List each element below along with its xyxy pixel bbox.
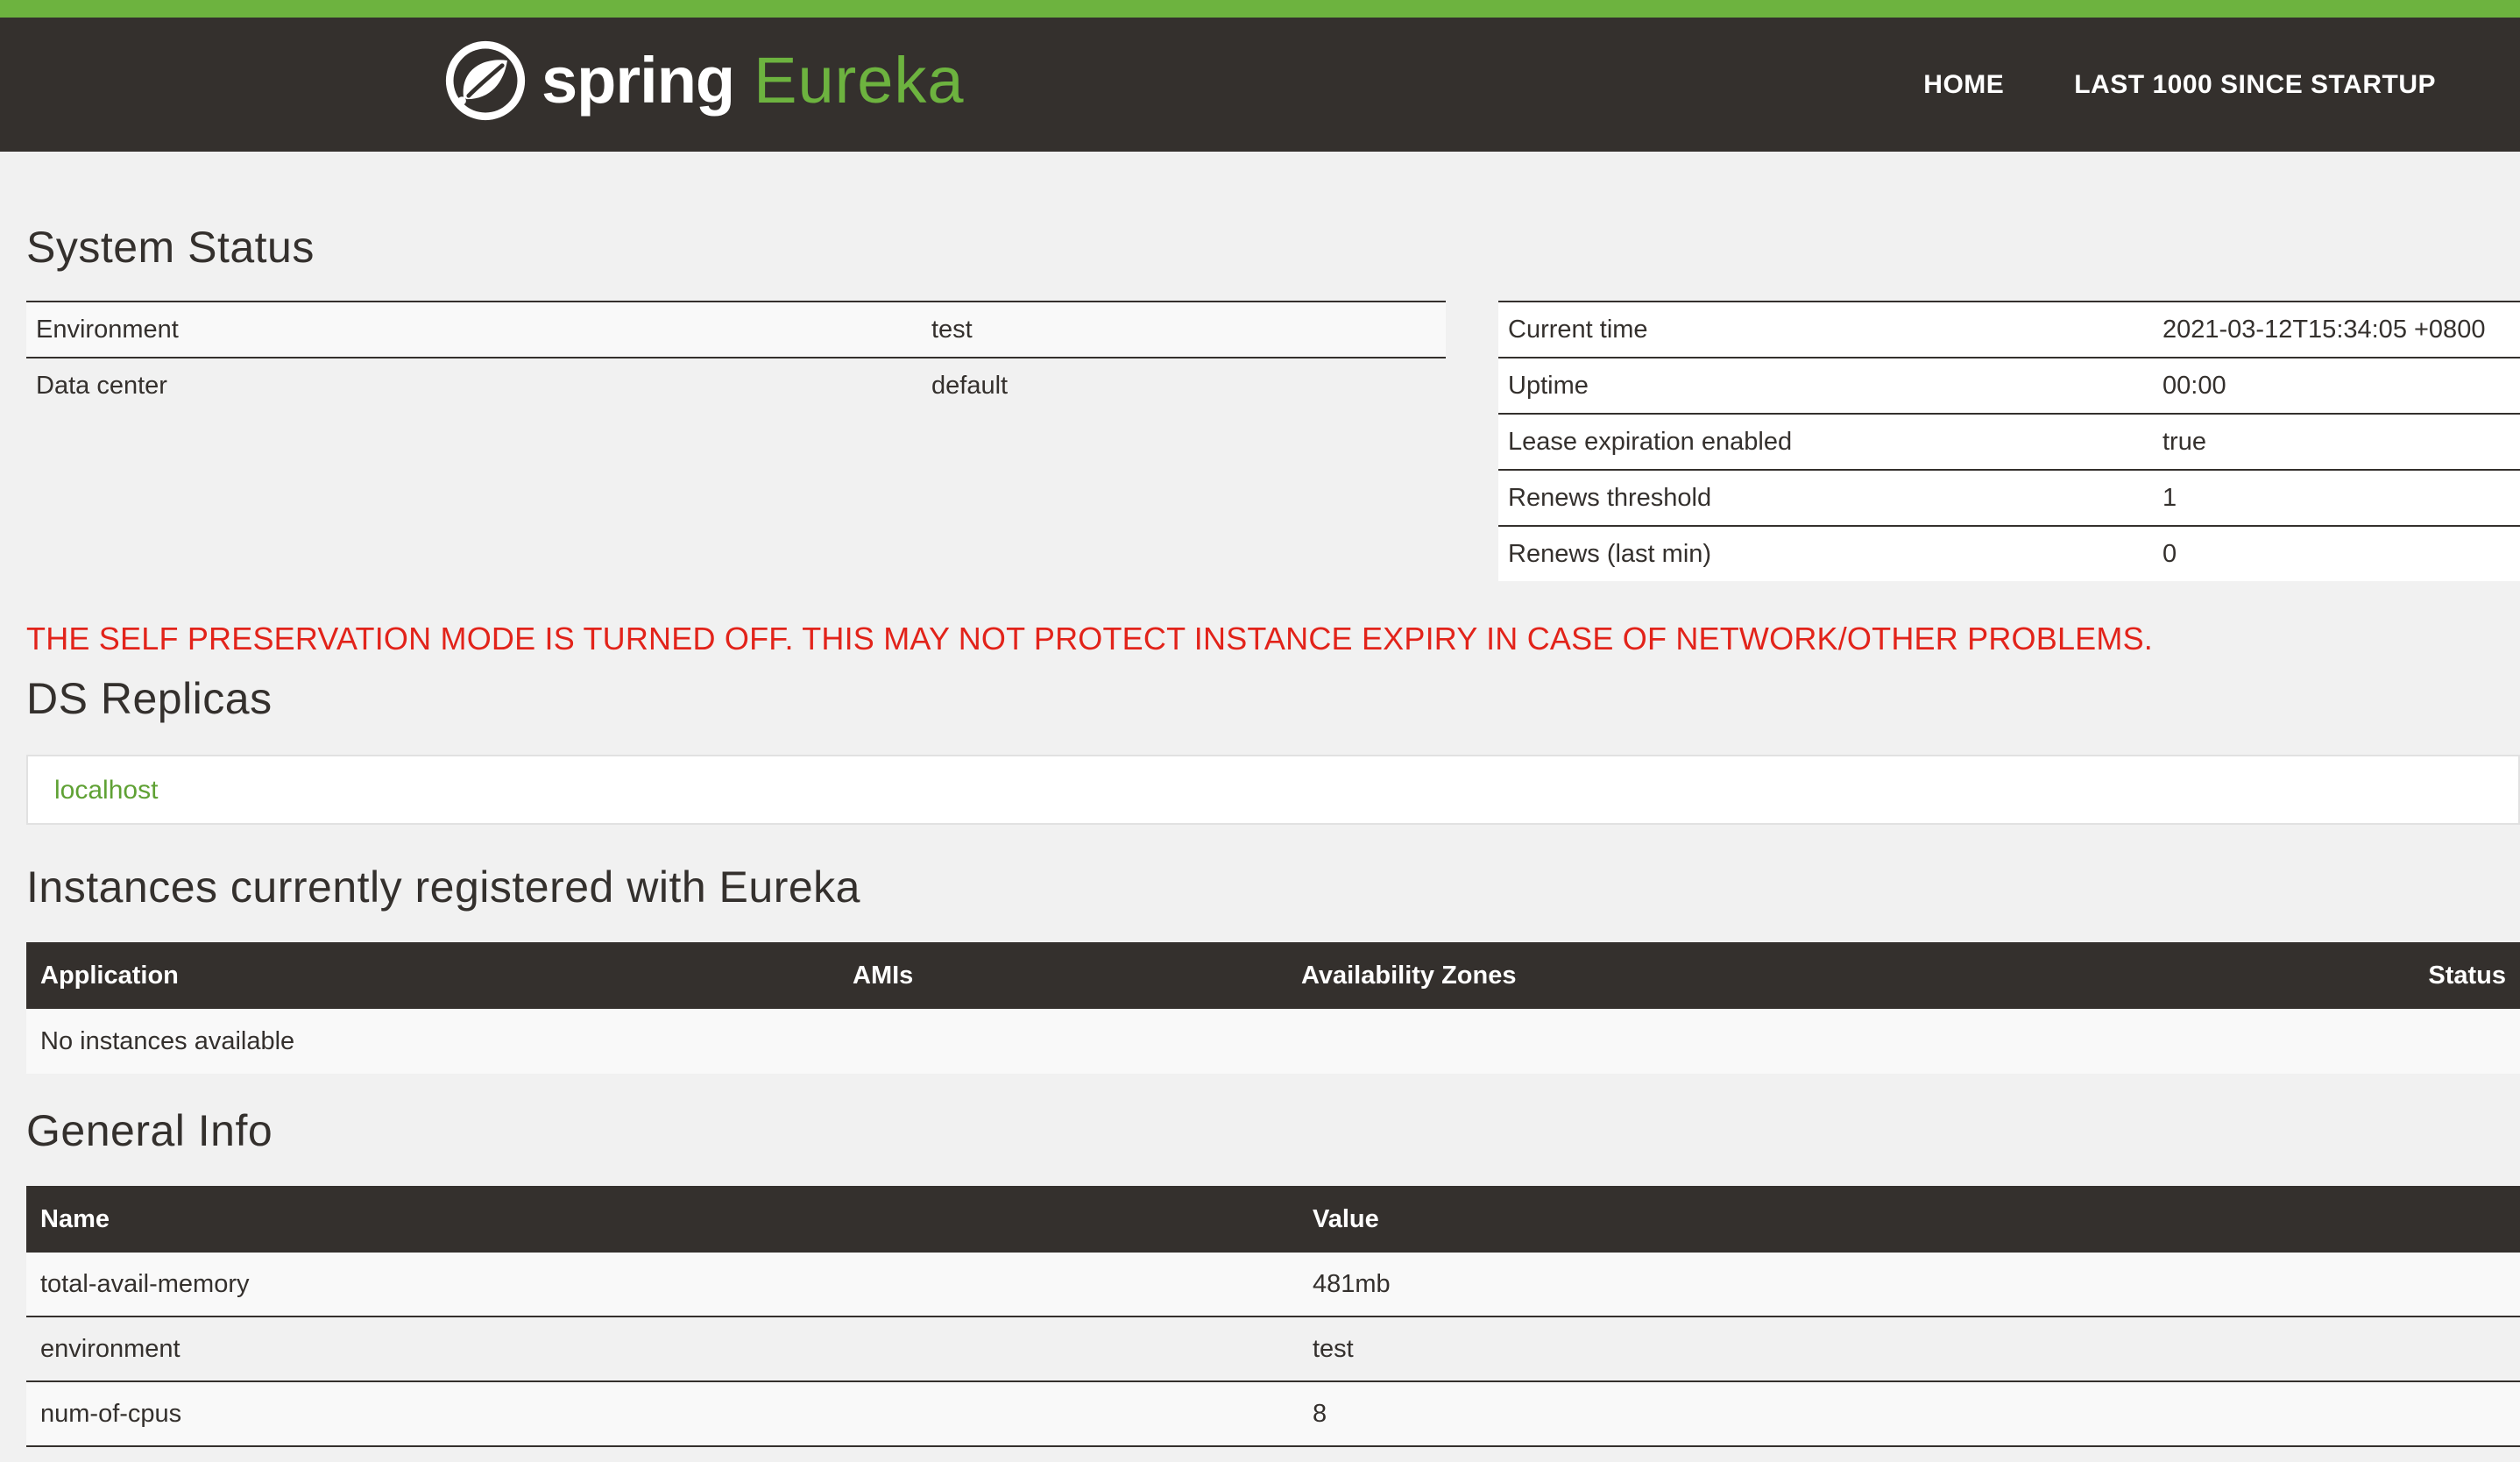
row-label: Data center	[26, 357, 922, 413]
info-name: num-of-cpus	[26, 1381, 1299, 1447]
general-info-title: General Info	[26, 1106, 273, 1155]
system-status-right-table: Current time 2021-03-12T15:34:05 +0800 U…	[1498, 301, 2520, 581]
top-accent-line	[0, 0, 2520, 18]
row-label: Uptime	[1498, 357, 2153, 414]
instances-table: Application AMIs Availability Zones Stat…	[26, 942, 2520, 1074]
replica-link-localhost[interactable]: localhost	[54, 776, 158, 806]
instances-title: Instances currently registered with Eure…	[26, 862, 860, 912]
table-row: Current time 2021-03-12T15:34:05 +0800	[1498, 301, 2520, 358]
row-label: Lease expiration enabled	[1498, 413, 2153, 470]
table-header-row: Application AMIs Availability Zones Stat…	[26, 942, 2520, 1009]
column-header-value: Value	[1299, 1186, 2520, 1253]
info-name: total-avail-memory	[26, 1253, 1299, 1317]
row-value: 2021-03-12T15:34:05 +0800	[2153, 301, 2520, 358]
info-value: test	[1299, 1317, 2520, 1382]
column-header-amis: AMIs	[839, 942, 1287, 1009]
row-value: 1	[2153, 469, 2520, 526]
row-label: Current time	[1498, 301, 2153, 358]
column-header-status: Status	[2146, 942, 2520, 1009]
table-row: environment test	[26, 1317, 2520, 1382]
general-info-table: Name Value total-avail-memory 481mb envi…	[26, 1186, 2520, 1447]
eureka-dashboard: spring Eureka HOME LAST 1000 SINCE START…	[0, 0, 2520, 1462]
table-row: Data center default	[26, 357, 1446, 413]
table-row: Uptime 00:00	[1498, 357, 2520, 414]
ds-replicas-list: localhost	[26, 755, 2520, 825]
table-row: total-avail-memory 481mb	[26, 1253, 2520, 1317]
row-label: Environment	[26, 301, 922, 358]
spring-leaf-icon	[445, 40, 526, 121]
column-header-name: Name	[26, 1186, 1299, 1253]
row-value: test	[922, 301, 1446, 358]
nav-last-1000-link[interactable]: LAST 1000 SINCE STARTUP	[2074, 70, 2436, 100]
row-label: Renews (last min)	[1498, 525, 2153, 581]
table-header-row: Name Value	[26, 1186, 2520, 1253]
system-status-left-table: Environment test Data center default	[26, 301, 1446, 413]
row-value: true	[2153, 413, 2520, 470]
column-header-application: Application	[26, 942, 839, 1009]
table-row: Renews (last min) 0	[1498, 525, 2520, 581]
brand-spring-text: spring	[542, 44, 735, 117]
system-status-title: System Status	[26, 223, 315, 272]
row-value: default	[922, 357, 1446, 413]
no-instances-message: No instances available	[26, 1009, 2520, 1074]
row-value: 0	[2153, 525, 2520, 581]
info-value: 8	[1299, 1381, 2520, 1447]
table-row: num-of-cpus 8	[26, 1381, 2520, 1447]
column-header-availability-zones: Availability Zones	[1287, 942, 2147, 1009]
row-label: Renews threshold	[1498, 469, 2153, 526]
ds-replicas-title: DS Replicas	[26, 674, 273, 723]
nav-home-link[interactable]: HOME	[1923, 70, 2004, 100]
table-row: Environment test	[26, 301, 1446, 358]
brand-eureka-text: Eureka	[754, 44, 965, 117]
navbar: spring Eureka HOME LAST 1000 SINCE START…	[0, 18, 2520, 152]
table-row: Renews threshold 1	[1498, 469, 2520, 526]
brand[interactable]: spring Eureka	[443, 37, 965, 124]
info-value: 481mb	[1299, 1253, 2520, 1317]
table-row: Lease expiration enabled true	[1498, 413, 2520, 470]
self-preservation-warning: THE SELF PRESERVATION MODE IS TURNED OFF…	[26, 621, 2153, 656]
nav-links: HOME LAST 1000 SINCE STARTUP	[1923, 70, 2436, 100]
row-value: 00:00	[2153, 357, 2520, 414]
table-row: No instances available	[26, 1009, 2520, 1074]
info-name: environment	[26, 1317, 1299, 1382]
